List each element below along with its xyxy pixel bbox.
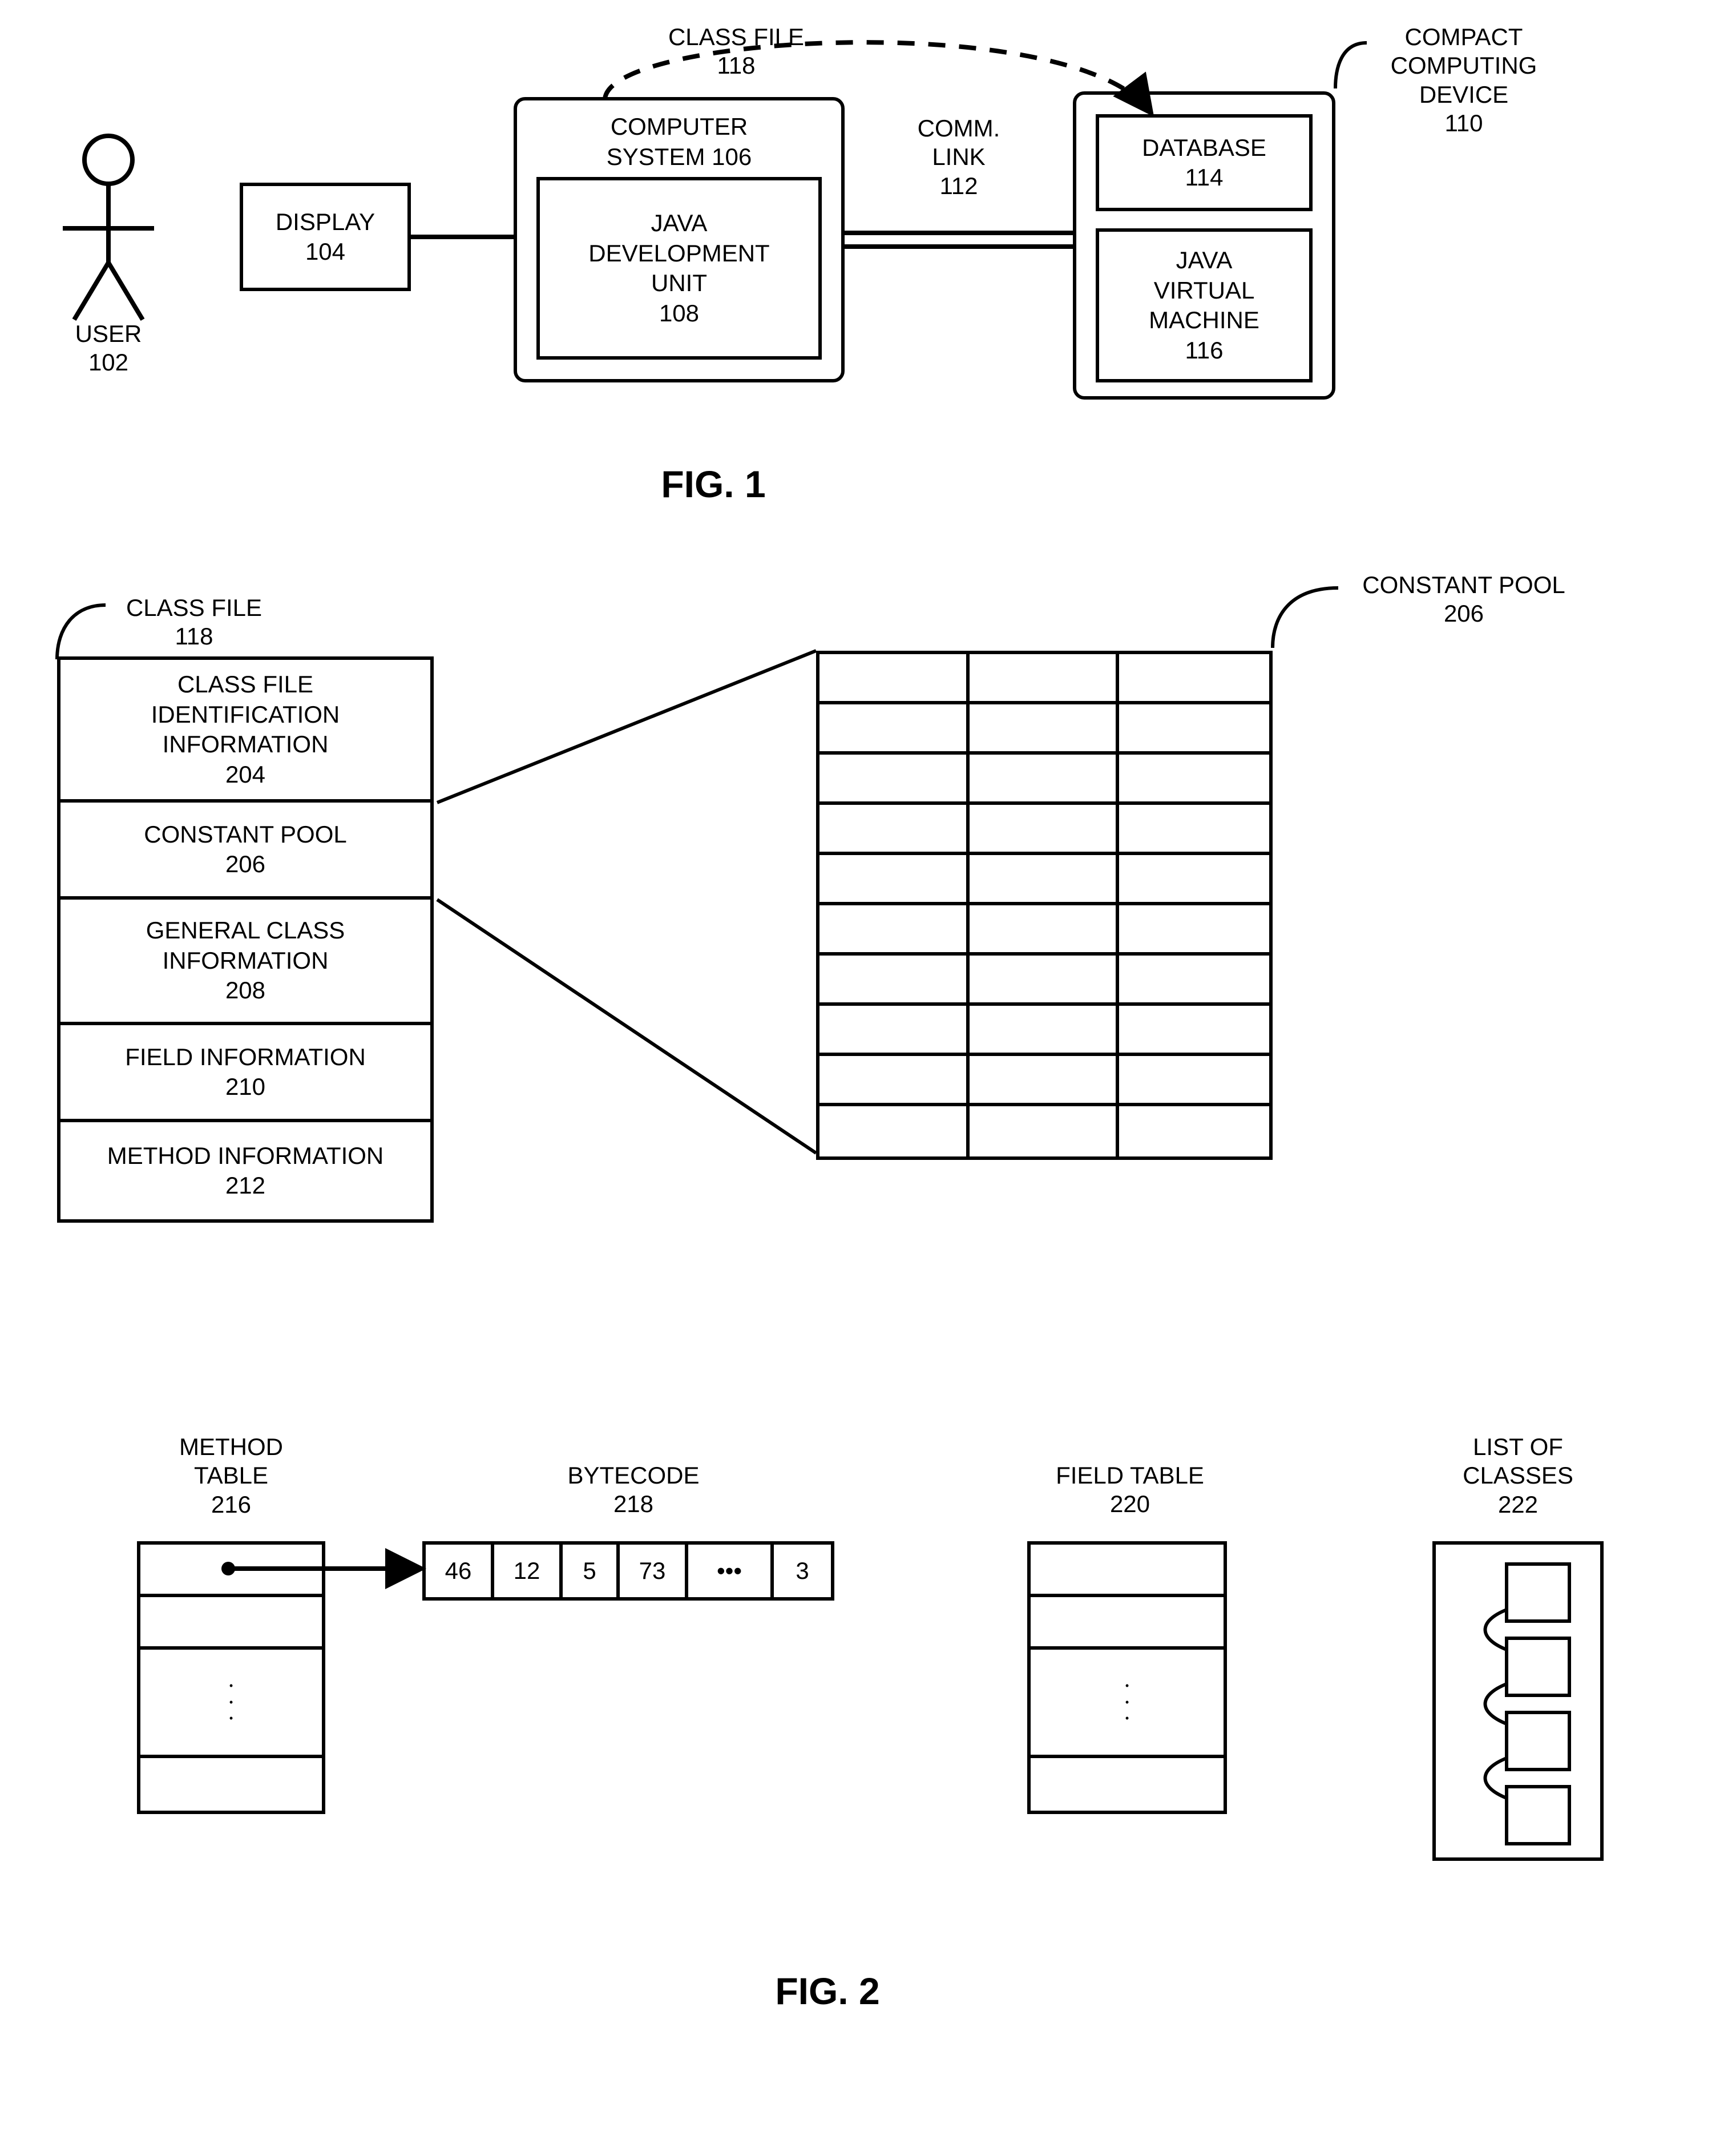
jdu-l2: DEVELOPMENT xyxy=(588,239,769,269)
method-row-dots: ••• xyxy=(140,1650,322,1758)
method-row-2 xyxy=(140,1597,322,1650)
cl-l1: COMM. xyxy=(918,115,1000,142)
constantpool-header: CONSTANT POOL 206 xyxy=(1341,571,1586,628)
database-box: DATABASE 114 xyxy=(1096,114,1313,211)
fig1-title: FIG. 1 xyxy=(628,462,799,506)
field-row-2 xyxy=(1031,1597,1224,1650)
cs-l1: COMPUTER xyxy=(611,112,748,142)
device-label: COMPACT COMPUTING DEVICE 110 xyxy=(1370,23,1558,138)
list-classes-label: LIST OF CLASSES 222 xyxy=(1438,1433,1598,1519)
db-num: 114 xyxy=(1185,163,1224,193)
user-num: 102 xyxy=(88,349,128,376)
bc-4: ••• xyxy=(688,1545,774,1597)
user-icon xyxy=(63,136,154,320)
bc-0: 46 xyxy=(426,1545,494,1597)
jdu-box: JAVA DEVELOPMENT UNIT 108 xyxy=(536,177,822,360)
jvm-num: 116 xyxy=(1185,336,1224,366)
jvm-l1: JAVA xyxy=(1176,245,1233,276)
classfile-label-fig1: CLASS FILE 118 xyxy=(651,23,822,80)
bc-5: 3 xyxy=(774,1545,831,1597)
field-row-1 xyxy=(1031,1545,1224,1597)
commlink-label: COMM. LINK 112 xyxy=(896,114,1022,200)
field-row-dots: ••• xyxy=(1031,1650,1224,1758)
jdu-l1: JAVA xyxy=(651,208,708,239)
stack-row-204: CLASS FILE IDENTIFICATION INFORMATION 20… xyxy=(60,660,430,803)
dev-l3: DEVICE xyxy=(1419,81,1508,108)
dev-l1: COMPACT xyxy=(1405,23,1523,50)
method-row-4 xyxy=(140,1758,322,1811)
method-table-label: METHOD TABLE 216 xyxy=(157,1433,305,1519)
cf-l1: CLASS FILE xyxy=(668,23,804,50)
method-table: ••• xyxy=(137,1541,325,1814)
stack-row-210: FIELD INFORMATION 210 xyxy=(60,1025,430,1122)
cph-label: CONSTANT POOL xyxy=(1362,571,1565,598)
list-classes-box xyxy=(1432,1541,1604,1861)
bc-1: 12 xyxy=(494,1545,563,1597)
db-label: DATABASE xyxy=(1142,133,1266,163)
cph-num: 206 xyxy=(1444,600,1484,627)
jvm-l2: VIRTUAL xyxy=(1154,276,1255,306)
cfh-label: CLASS FILE xyxy=(126,594,262,621)
user-text: USER xyxy=(75,320,142,347)
dev-num: 110 xyxy=(1445,110,1483,136)
display-box: DISPLAY 104 xyxy=(240,183,411,291)
classfile-stack: CLASS FILE IDENTIFICATION INFORMATION 20… xyxy=(57,656,434,1223)
cfh-num: 118 xyxy=(175,623,213,650)
classfile-header-fig2: CLASS FILE 118 xyxy=(108,594,280,651)
bytecode-row: 46 12 5 73 ••• 3 xyxy=(422,1541,834,1601)
jvm-l3: MACHINE xyxy=(1149,305,1259,336)
dev-l2: COMPUTING xyxy=(1391,52,1537,79)
field-row-4 xyxy=(1031,1758,1224,1811)
cl-l2: LINK xyxy=(932,143,985,170)
stack-row-212: METHOD INFORMATION 212 xyxy=(60,1122,430,1219)
cf-num: 118 xyxy=(717,52,756,79)
bc-2: 5 xyxy=(563,1545,620,1597)
method-row-1 xyxy=(140,1545,322,1597)
user-label: USER 102 xyxy=(66,320,151,377)
field-table-label: FIELD TABLE 220 xyxy=(1039,1461,1221,1519)
stack-row-208: GENERAL CLASS INFORMATION 208 xyxy=(60,900,430,1025)
jdu-num: 108 xyxy=(659,299,699,329)
fig2-title: FIG. 2 xyxy=(742,1969,913,2013)
stack-row-206: CONSTANT POOL 206 xyxy=(60,803,430,900)
jvm-box: JAVA VIRTUAL MACHINE 116 xyxy=(1096,228,1313,382)
display-label: DISPLAY xyxy=(276,207,375,237)
cl-num: 112 xyxy=(940,172,978,199)
display-num: 104 xyxy=(305,237,345,267)
field-table: ••• xyxy=(1027,1541,1227,1814)
cs-l2: SYSTEM 106 xyxy=(607,142,752,172)
bc-3: 73 xyxy=(620,1545,688,1597)
jdu-l3: UNIT xyxy=(651,268,707,299)
constantpool-grid xyxy=(816,651,1273,1160)
bytecode-label: BYTECODE 218 xyxy=(548,1461,719,1519)
